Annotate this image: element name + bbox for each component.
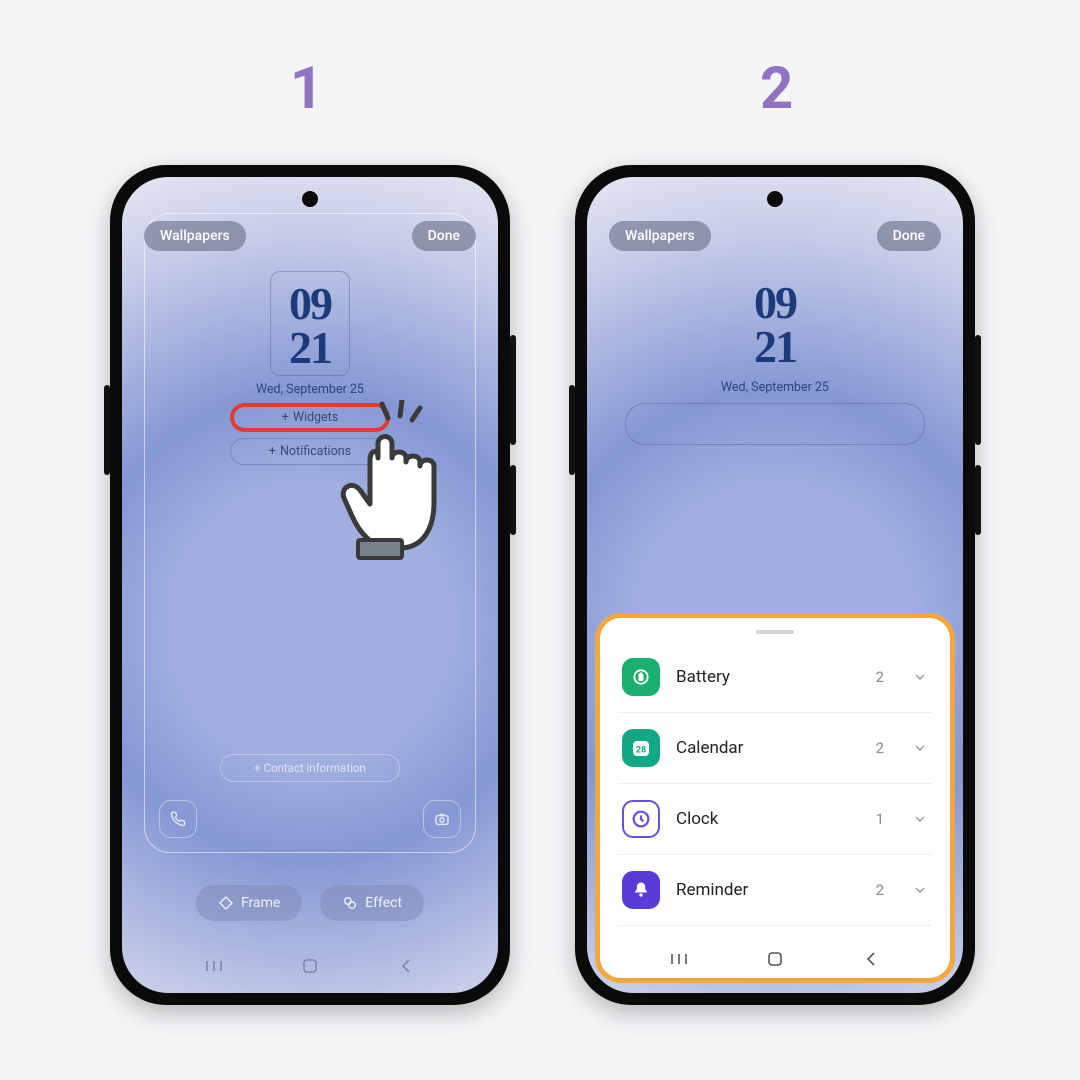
circles-icon xyxy=(342,895,358,911)
phone-shortcut[interactable] xyxy=(159,800,197,838)
nav-recents[interactable] xyxy=(203,955,225,977)
clock-widget[interactable]: 09 21 xyxy=(270,271,350,376)
plus-icon: + xyxy=(254,761,261,775)
wallpapers-button[interactable]: Wallpapers xyxy=(144,221,246,251)
drag-handle[interactable] xyxy=(756,630,794,634)
contact-info-label: Contact information xyxy=(263,761,365,775)
svg-text:28: 28 xyxy=(636,746,646,756)
frame-label: Frame xyxy=(241,895,280,911)
nav-back[interactable] xyxy=(860,948,882,970)
tap-cursor-icon xyxy=(334,400,484,574)
volume-button xyxy=(510,335,516,445)
step-2-label: 2 xyxy=(760,55,793,123)
plus-icon: + xyxy=(282,410,289,425)
power-button xyxy=(104,385,110,475)
chevron-down-icon xyxy=(912,811,928,827)
widget-count: 2 xyxy=(876,739,884,757)
nav-recents[interactable] xyxy=(668,948,690,970)
front-camera xyxy=(302,191,318,207)
widgets-panel: Battery 2 28 Calendar 2 Clock 1 xyxy=(595,613,955,983)
chevron-down-icon xyxy=(912,882,928,898)
widget-count: 2 xyxy=(876,668,884,686)
date-label: Wed, September 25 xyxy=(150,382,470,397)
nav-home[interactable] xyxy=(764,948,786,970)
power-button xyxy=(569,385,575,475)
done-button[interactable]: Done xyxy=(877,221,941,251)
widget-item-battery[interactable]: Battery 2 xyxy=(618,642,932,713)
volume-button xyxy=(975,335,981,445)
widget-label: Calendar xyxy=(676,738,860,758)
widgets-label: Widgets xyxy=(293,410,338,425)
camera-icon xyxy=(434,811,450,827)
widget-count: 1 xyxy=(876,810,884,828)
step-1-label: 1 xyxy=(290,55,323,123)
chevron-down-icon xyxy=(912,740,928,756)
widget-item-calendar[interactable]: 28 Calendar 2 xyxy=(618,713,932,784)
clock-hour: 09 xyxy=(289,282,331,326)
phone-icon xyxy=(170,811,186,827)
done-button[interactable]: Done xyxy=(412,221,476,251)
widget-item-reminder[interactable]: Reminder 2 xyxy=(618,855,932,926)
wallpapers-button[interactable]: Wallpapers xyxy=(609,221,711,251)
widget-item-clock[interactable]: Clock 1 xyxy=(618,784,932,855)
screen-1: + Contact information Wallpapers Done 09… xyxy=(122,177,498,993)
plus-icon: + xyxy=(269,444,276,459)
volume-button xyxy=(975,465,981,535)
bell-icon xyxy=(622,871,660,909)
widget-label: Battery xyxy=(676,667,860,687)
phone-frame-1: + Contact information Wallpapers Done 09… xyxy=(110,165,510,1005)
nav-back[interactable] xyxy=(395,955,417,977)
calendar-icon: 28 xyxy=(622,729,660,767)
camera-shortcut[interactable] xyxy=(423,800,461,838)
clock-widget[interactable]: 09 21 xyxy=(736,271,814,374)
widget-count: 2 xyxy=(876,881,884,899)
widget-label: Reminder xyxy=(676,880,860,900)
clock-icon xyxy=(622,800,660,838)
frame-tool[interactable]: Frame xyxy=(196,885,302,921)
clock-minute: 21 xyxy=(754,325,796,369)
chevron-down-icon xyxy=(912,669,928,685)
widget-slot-empty[interactable] xyxy=(625,403,925,445)
diamond-icon xyxy=(218,895,234,911)
contact-info-button[interactable]: + Contact information xyxy=(220,754,400,782)
clock-minute: 21 xyxy=(289,326,331,370)
date-label: Wed, September 25 xyxy=(615,380,935,395)
screen-2: Wallpapers Done 09 21 Wed, September 25 … xyxy=(587,177,963,993)
effect-label: Effect xyxy=(365,895,402,911)
phone-frame-2: Wallpapers Done 09 21 Wed, September 25 … xyxy=(575,165,975,1005)
clock-hour: 09 xyxy=(754,281,796,325)
effect-tool[interactable]: Effect xyxy=(320,885,424,921)
volume-button xyxy=(510,465,516,535)
battery-icon xyxy=(622,658,660,696)
widget-label: Clock xyxy=(676,809,860,829)
front-camera xyxy=(767,191,783,207)
nav-home[interactable] xyxy=(299,955,321,977)
